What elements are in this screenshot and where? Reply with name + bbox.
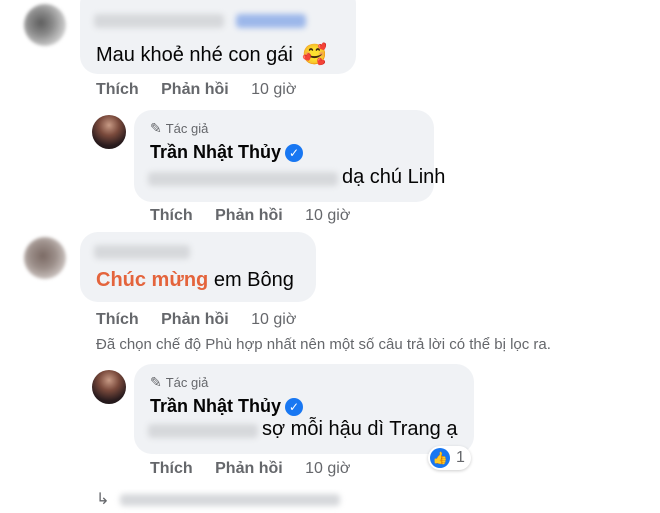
reply-actions: Thích Phản hồi 10 giờ [150,460,368,478]
reply-time[interactable]: 10 giờ [305,207,350,224]
comment-actions: Thích Phản hồi 10 giờ [96,81,314,99]
author-badge: ✎ Tác giả [150,374,209,390]
pencil-icon: ✎ [150,374,162,390]
commenter-avatar[interactable] [24,4,66,46]
comment-time[interactable]: 10 giờ [251,311,296,328]
reply-button[interactable]: Phản hồi [215,207,283,224]
reply-bubble: ✎ Tác giả Trần Nhật Thủy ✓ dạ chú Linh [134,110,445,202]
verified-icon: ✓ [285,398,304,417]
reply-button[interactable]: Phản hồi [161,311,229,328]
reply-button[interactable]: Phản hồi [161,81,229,98]
view-more-text-cutoff [119,493,340,506]
comment-bubble: Chúc mừng em Bông [80,232,316,302]
comment-bubble: Mau khoẻ nhé con gái 🥰 [80,0,356,74]
author-avatar[interactable] [92,370,126,404]
reply-time[interactable]: 10 giờ [305,460,350,477]
filter-notice: Đã chọn chế độ Phù hợp nhất nên một số c… [96,336,551,353]
commenter-tag-blurred[interactable] [236,14,306,28]
like-button[interactable]: Thích [96,81,139,98]
reply-author-name[interactable]: Trần Nhật Thủy ✓ [150,396,304,417]
verified-icon: ✓ [285,144,304,163]
comment-time[interactable]: 10 giờ [251,81,296,98]
like-button[interactable]: Thích [150,460,193,477]
reply-text: dạ chú Linh [342,166,446,188]
smiling-hearts-emoji: 🥰 [302,44,328,66]
highlight-text: Chúc mừng [96,269,209,291]
pencil-icon: ✎ [150,120,162,136]
reply-button[interactable]: Phản hồi [215,460,283,477]
comment-actions: Thích Phản hồi 10 giờ [96,311,314,329]
commenter-avatar[interactable] [24,237,66,279]
view-more-replies[interactable]: ↳ [96,489,356,513]
like-button[interactable]: Thích [150,207,193,224]
mention-blurred[interactable] [148,424,258,438]
comment-text: Mau khoẻ nhé con gái 🥰 [96,44,328,66]
like-reaction-icon: 👍 [430,448,450,468]
reply-author-name[interactable]: Trần Nhật Thủy ✓ [150,142,304,163]
reply-arrow-icon: ↳ [96,491,110,508]
comment-text: Chúc mừng em Bông [96,269,294,291]
commenter-name-blurred[interactable] [94,245,190,259]
mention-blurred[interactable] [148,172,338,186]
reaction-count: 1 [456,449,465,466]
like-button[interactable]: Thích [96,311,139,328]
reply-bubble: ✎ Tác giả Trần Nhật Thủy ✓ sợ mỗi hậu dì … [134,364,474,454]
author-badge: ✎ Tác giả [150,120,209,136]
reply-actions: Thích Phản hồi 10 giờ [150,207,368,225]
reaction-summary[interactable]: 👍 1 [428,446,471,470]
commenter-name-blurred[interactable] [94,14,224,28]
author-avatar[interactable] [92,115,126,149]
reply-text: sợ mỗi hậu dì Trang ạ [262,418,458,440]
